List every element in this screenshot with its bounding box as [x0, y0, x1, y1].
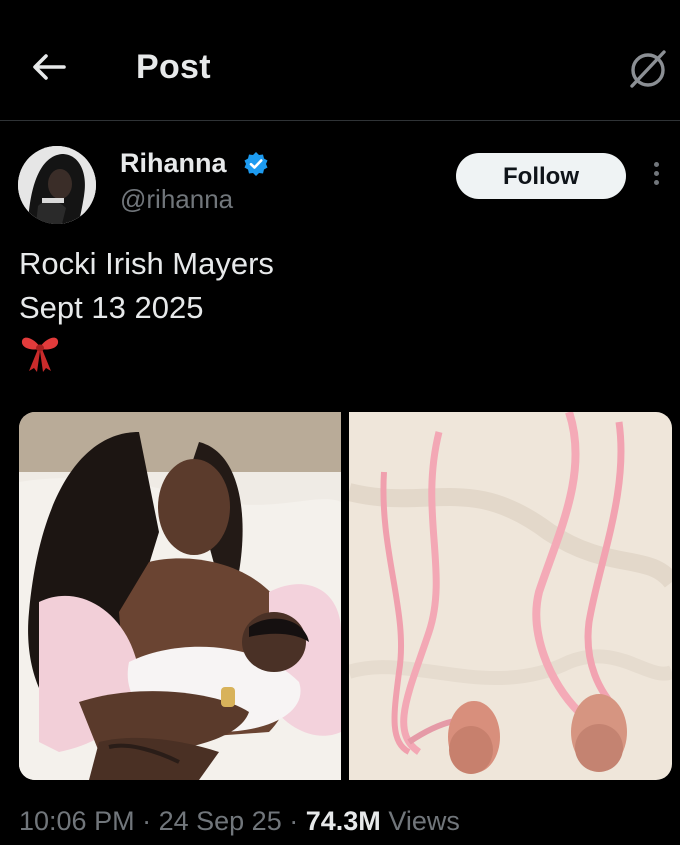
views-label: Views	[388, 806, 460, 836]
avatar-image	[18, 146, 96, 224]
post-text-line-2: Sept 13 2025	[19, 290, 204, 325]
page-title: Post	[136, 48, 211, 86]
avatar[interactable]	[18, 146, 96, 224]
post-date: 24 Sep 25	[158, 806, 282, 836]
verified-badge-icon	[244, 152, 268, 176]
post-text-line-1: Rocki Irish Mayers	[19, 246, 274, 281]
follow-button[interactable]: Follow	[456, 153, 626, 199]
grok-icon	[630, 50, 666, 88]
back-button[interactable]	[30, 50, 70, 84]
photo-mother-and-newborn	[19, 412, 341, 780]
views-count: 74.3M	[305, 806, 381, 836]
post-meta: 10:06 PM · 24 Sep 25 · 74.3M Views	[19, 806, 460, 837]
more-dot-icon	[653, 171, 659, 176]
ribbon-bow-emoji-icon	[21, 337, 59, 372]
top-bar: Post	[0, 0, 680, 121]
meta-separator: ·	[142, 806, 152, 836]
author-name[interactable]: Rihanna	[120, 148, 227, 179]
more-options-button[interactable]	[648, 162, 664, 192]
media-photo-2[interactable]	[349, 412, 672, 780]
post-time: 10:06 PM	[19, 806, 135, 836]
post-screen: Post Rihanna @rihanna Follow Rocki Irish…	[0, 0, 680, 845]
more-dot-icon	[653, 180, 659, 185]
more-dot-icon	[653, 162, 659, 167]
arrow-left-icon	[33, 54, 66, 80]
meta-separator: ·	[289, 806, 299, 836]
media-photo-1[interactable]	[19, 412, 341, 780]
grok-button[interactable]	[624, 46, 670, 92]
photo-pink-ribbon-baby-shoes	[349, 412, 672, 780]
author-handle[interactable]: @rihanna	[120, 184, 233, 215]
